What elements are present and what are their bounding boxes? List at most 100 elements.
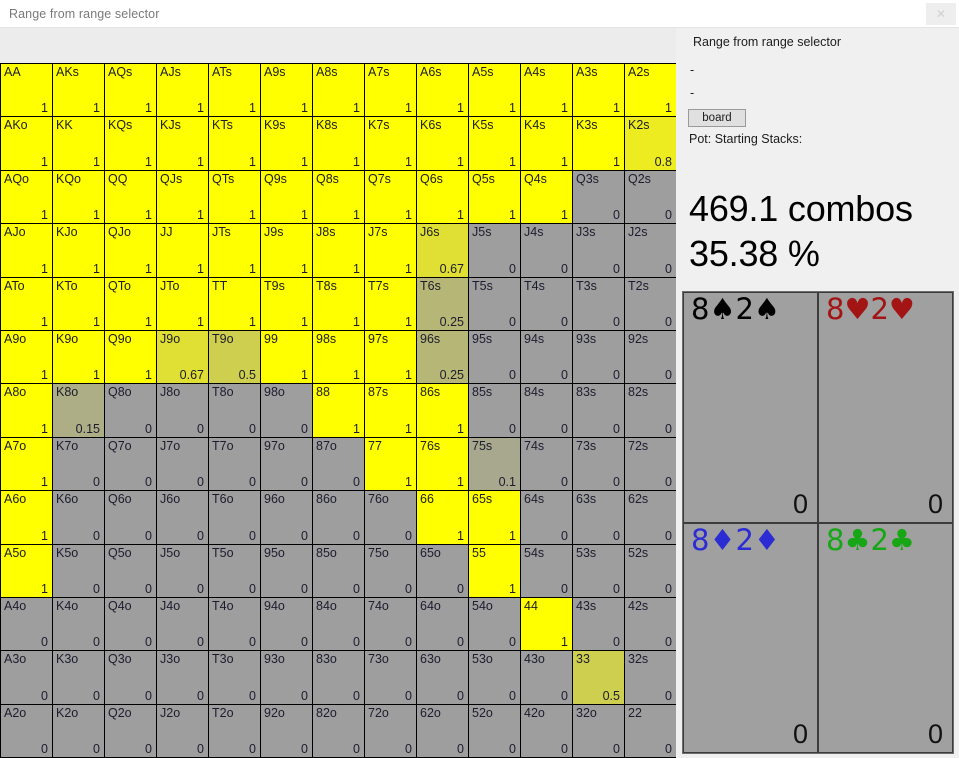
suit-box-hearts[interactable]: 8♥2♥0 — [818, 292, 953, 523]
range-cell-K3s[interactable]: K3s1 — [573, 117, 625, 170]
range-cell-Q7s[interactable]: Q7s1 — [365, 170, 417, 223]
range-cell-65s[interactable]: 65s1 — [469, 491, 521, 544]
range-cell-A8o[interactable]: A8o1 — [1, 384, 53, 437]
range-cell-A5s[interactable]: A5s1 — [469, 64, 521, 117]
range-cell-76o[interactable]: 76o0 — [365, 491, 417, 544]
range-cell-22[interactable]: 220 — [625, 704, 677, 757]
range-cell-A4o[interactable]: A4o0 — [1, 597, 53, 650]
range-cell-T4o[interactable]: T4o0 — [209, 597, 261, 650]
range-cell-T7s[interactable]: T7s1 — [365, 277, 417, 330]
range-cell-K4s[interactable]: K4s1 — [521, 117, 573, 170]
range-cell-75s[interactable]: 75s0.1 — [469, 437, 521, 490]
range-cell-T7o[interactable]: T7o0 — [209, 437, 261, 490]
range-cell-74s[interactable]: 74s0 — [521, 437, 573, 490]
range-cell-AKo[interactable]: AKo1 — [1, 117, 53, 170]
range-cell-T4s[interactable]: T4s0 — [521, 277, 573, 330]
range-cell-AA[interactable]: AA1 — [1, 64, 53, 117]
range-cell-K8s[interactable]: K8s1 — [313, 117, 365, 170]
range-cell-Q6s[interactable]: Q6s1 — [417, 170, 469, 223]
range-cell-KQo[interactable]: KQo1 — [53, 170, 105, 223]
range-cell-97s[interactable]: 97s1 — [365, 330, 417, 383]
range-cell-T8s[interactable]: T8s1 — [313, 277, 365, 330]
range-cell-84o[interactable]: 84o0 — [313, 597, 365, 650]
range-cell-72s[interactable]: 72s0 — [625, 437, 677, 490]
range-cell-KJs[interactable]: KJs1 — [157, 117, 209, 170]
range-cell-K7o[interactable]: K7o0 — [53, 437, 105, 490]
range-cell-Q5o[interactable]: Q5o0 — [105, 544, 157, 597]
range-cell-87o[interactable]: 87o0 — [313, 437, 365, 490]
range-cell-A3o[interactable]: A3o0 — [1, 651, 53, 704]
range-cell-A5o[interactable]: A5o1 — [1, 544, 53, 597]
range-cell-93s[interactable]: 93s0 — [573, 330, 625, 383]
range-cell-73s[interactable]: 73s0 — [573, 437, 625, 490]
range-cell-J5o[interactable]: J5o0 — [157, 544, 209, 597]
range-cell-62s[interactable]: 62s0 — [625, 491, 677, 544]
range-cell-86s[interactable]: 86s1 — [417, 384, 469, 437]
range-cell-95s[interactable]: 95s0 — [469, 330, 521, 383]
range-cell-J8o[interactable]: J8o0 — [157, 384, 209, 437]
range-cell-53s[interactable]: 53s0 — [573, 544, 625, 597]
range-cell-A7o[interactable]: A7o1 — [1, 437, 53, 490]
suit-box-diamonds[interactable]: 8♦2♦0 — [683, 523, 818, 754]
range-cell-Q4s[interactable]: Q4s1 — [521, 170, 573, 223]
range-cell-K5s[interactable]: K5s1 — [469, 117, 521, 170]
range-cell-75o[interactable]: 75o0 — [365, 544, 417, 597]
range-cell-96o[interactable]: 96o0 — [261, 491, 313, 544]
range-cell-J8s[interactable]: J8s1 — [313, 224, 365, 277]
range-cell-Q6o[interactable]: Q6o0 — [105, 491, 157, 544]
range-cell-J9o[interactable]: J9o0.67 — [157, 330, 209, 383]
range-cell-Q3o[interactable]: Q3o0 — [105, 651, 157, 704]
range-cell-43s[interactable]: 43s0 — [573, 597, 625, 650]
range-cell-43o[interactable]: 43o0 — [521, 651, 573, 704]
range-cell-82s[interactable]: 82s0 — [625, 384, 677, 437]
range-cell-J3o[interactable]: J3o0 — [157, 651, 209, 704]
range-cell-33[interactable]: 330.5 — [573, 651, 625, 704]
range-cell-QTo[interactable]: QTo1 — [105, 277, 157, 330]
range-cell-44[interactable]: 441 — [521, 597, 573, 650]
range-cell-KQs[interactable]: KQs1 — [105, 117, 157, 170]
range-cell-73o[interactable]: 73o0 — [365, 651, 417, 704]
range-cell-Q2s[interactable]: Q2s0 — [625, 170, 677, 223]
range-cell-Q2o[interactable]: Q2o0 — [105, 704, 157, 757]
range-cell-K2s[interactable]: K2s0.8 — [625, 117, 677, 170]
range-cell-J2s[interactable]: J2s0 — [625, 224, 677, 277]
range-cell-97o[interactable]: 97o0 — [261, 437, 313, 490]
range-cell-AKs[interactable]: AKs1 — [53, 64, 105, 117]
range-cell-63o[interactable]: 63o0 — [417, 651, 469, 704]
range-cell-94o[interactable]: 94o0 — [261, 597, 313, 650]
range-cell-Q8o[interactable]: Q8o0 — [105, 384, 157, 437]
range-cell-32o[interactable]: 32o0 — [573, 704, 625, 757]
range-cell-84s[interactable]: 84s0 — [521, 384, 573, 437]
range-cell-K9s[interactable]: K9s1 — [261, 117, 313, 170]
range-cell-T2s[interactable]: T2s0 — [625, 277, 677, 330]
range-cell-86o[interactable]: 86o0 — [313, 491, 365, 544]
range-cell-99[interactable]: 991 — [261, 330, 313, 383]
close-icon[interactable]: ✕ — [926, 3, 956, 25]
range-cell-ATs[interactable]: ATs1 — [209, 64, 261, 117]
range-cell-JTs[interactable]: JTs1 — [209, 224, 261, 277]
range-cell-66[interactable]: 661 — [417, 491, 469, 544]
range-cell-62o[interactable]: 62o0 — [417, 704, 469, 757]
range-cell-AJs[interactable]: AJs1 — [157, 64, 209, 117]
range-cell-42s[interactable]: 42s0 — [625, 597, 677, 650]
range-cell-A7s[interactable]: A7s1 — [365, 64, 417, 117]
range-cell-93o[interactable]: 93o0 — [261, 651, 313, 704]
range-cell-T8o[interactable]: T8o0 — [209, 384, 261, 437]
range-cell-87s[interactable]: 87s1 — [365, 384, 417, 437]
range-cell-98s[interactable]: 98s1 — [313, 330, 365, 383]
range-cell-T2o[interactable]: T2o0 — [209, 704, 261, 757]
range-cell-A9s[interactable]: A9s1 — [261, 64, 313, 117]
range-cell-72o[interactable]: 72o0 — [365, 704, 417, 757]
range-cell-98o[interactable]: 98o0 — [261, 384, 313, 437]
range-cell-74o[interactable]: 74o0 — [365, 597, 417, 650]
range-cell-82o[interactable]: 82o0 — [313, 704, 365, 757]
range-cell-J9s[interactable]: J9s1 — [261, 224, 313, 277]
range-cell-96s[interactable]: 96s0.25 — [417, 330, 469, 383]
range-cell-QTs[interactable]: QTs1 — [209, 170, 261, 223]
range-cell-T6o[interactable]: T6o0 — [209, 491, 261, 544]
range-cell-T9o[interactable]: T9o0.5 — [209, 330, 261, 383]
range-cell-32s[interactable]: 32s0 — [625, 651, 677, 704]
range-cell-J7s[interactable]: J7s1 — [365, 224, 417, 277]
range-cell-64o[interactable]: 64o0 — [417, 597, 469, 650]
range-cell-42o[interactable]: 42o0 — [521, 704, 573, 757]
